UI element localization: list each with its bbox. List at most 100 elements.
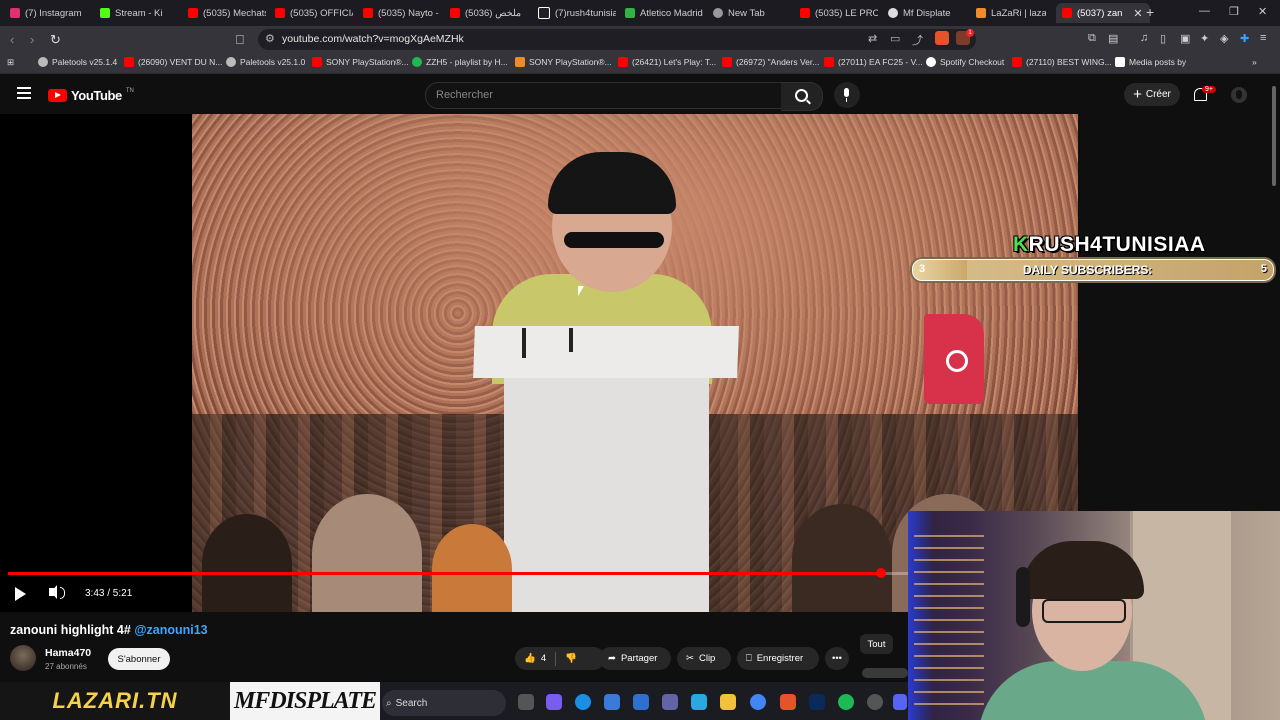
search-button[interactable] <box>781 82 823 111</box>
tab-atletico[interactable]: Atletico Madrid <box>625 3 703 23</box>
bookmark-item[interactable]: SONY PlayStation®... <box>515 57 612 67</box>
translate-icon[interactable]: ⇄ <box>868 32 877 45</box>
edge-icon[interactable] <box>575 694 591 710</box>
extensions-icon[interactable]: ⧉ <box>1088 32 1096 45</box>
channel-avatar[interactable] <box>10 645 36 671</box>
music-icon[interactable]: ♫ <box>1140 32 1148 44</box>
tab-youtube-1[interactable]: (5035) Mechats <box>188 3 266 23</box>
brave-shield-icon[interactable] <box>935 31 949 45</box>
chip-all[interactable]: Tout <box>860 634 893 654</box>
clip-button[interactable]: ✂ Clip <box>677 647 731 670</box>
bookmark-item[interactable]: (26972) "Anders Ver... <box>722 57 820 67</box>
mfdisplate-logo: MFDISPLATE <box>230 682 380 720</box>
photoshop-icon[interactable] <box>809 694 825 710</box>
share-button[interactable]: ➦ Partager <box>599 647 671 670</box>
store-icon[interactable] <box>604 694 620 710</box>
chrome-icon[interactable] <box>750 694 766 710</box>
address-bar[interactable]: ⚙ youtube.com/watch?v=mogXgAeMZHk ⇄ ▭ ⤴ <box>258 29 976 50</box>
search-box[interactable] <box>425 82 783 109</box>
bookmark-item[interactable]: Spotify Checkout <box>926 57 1006 67</box>
like-icon[interactable]: 👍 <box>524 653 536 664</box>
teams-icon[interactable] <box>662 694 678 710</box>
create-button[interactable]: + Créer <box>1124 83 1180 106</box>
site-info-icon[interactable]: ⚙ <box>265 32 275 45</box>
tab-instagram[interactable]: (7) Instagram <box>10 3 90 23</box>
outlook-icon[interactable] <box>633 694 649 710</box>
ai-icon[interactable]: ✦ <box>1200 32 1209 45</box>
tab-youtube-4[interactable]: (5036) ملخص <box>450 3 528 23</box>
subscriber-goal-label: DAILY SUBSCRIBERS: <box>1023 263 1153 277</box>
tab-youtube-5[interactable]: (5035) LE PROF <box>800 3 878 23</box>
forward-icon[interactable]: › <box>30 32 34 47</box>
panel-icon[interactable]: ▯ <box>1160 32 1166 45</box>
reload-icon[interactable]: ↻ <box>50 32 61 48</box>
window-close-icon[interactable]: ✕ <box>1258 5 1267 18</box>
tab-lazari[interactable]: LaZaRi | lazari.tn <box>976 3 1046 23</box>
subscribe-button[interactable]: S'abonner <box>108 648 170 670</box>
progress-scrubber[interactable] <box>876 568 886 578</box>
save-button[interactable]: ⎕ Enregistrer <box>737 647 819 670</box>
page-scrollbar[interactable] <box>1272 86 1276 186</box>
handle-link[interactable]: @zanouni13 <box>134 623 207 637</box>
bookmark-item[interactable]: ZZH5 - playlist by H... <box>412 57 508 67</box>
bookmark-item[interactable]: (27110) BEST WING... <box>1012 57 1112 67</box>
task-view-icon[interactable] <box>518 694 534 710</box>
new-tab-button[interactable]: + <box>1146 4 1154 20</box>
spotify-icon[interactable] <box>838 694 854 710</box>
bookmarks-overflow-icon[interactable]: » <box>1252 57 1257 67</box>
minimize-icon[interactable]: — <box>1199 5 1210 17</box>
bookmark-item[interactable]: Paletools v25.1.0 <box>226 57 308 67</box>
bookmark-item[interactable]: SONY PlayStation®... <box>312 57 409 67</box>
tab-stream[interactable]: Stream - Ki <box>100 3 178 23</box>
hamburger-menu-icon[interactable] <box>17 87 31 102</box>
youtube-icon <box>1062 8 1072 18</box>
logo-text: YouTube <box>71 88 122 103</box>
channel-name[interactable]: Hama470 <box>45 647 91 659</box>
app-icon[interactable] <box>691 694 707 710</box>
leo-icon[interactable]: ✚ <box>1240 32 1249 45</box>
taskbar-search[interactable]: ⌕ Search <box>382 690 506 716</box>
brave-icon[interactable] <box>780 694 796 710</box>
tab-youtube-3[interactable]: (5035) Nayto - <box>363 3 441 23</box>
sidebar-icon[interactable]: ▤ <box>1108 32 1118 45</box>
bookmark-item[interactable]: Media posts by <box>1115 57 1205 67</box>
play-icon[interactable] <box>15 587 26 601</box>
copilot-icon[interactable] <box>546 694 562 710</box>
screen-icon[interactable]: ▭ <box>890 32 900 45</box>
obs-icon[interactable] <box>867 694 883 710</box>
account-avatar[interactable] <box>1231 87 1247 103</box>
video-player[interactable] <box>0 114 1078 612</box>
lazari-icon <box>976 8 986 18</box>
share-icon[interactable]: ⤴ <box>912 32 923 48</box>
apps-icon[interactable]: ⊞ <box>7 57 14 68</box>
url-text: youtube.com/watch?v=mogXgAeMZHk <box>282 33 464 45</box>
podium-microphone <box>569 328 573 352</box>
bookmark-item[interactable]: (27011) EA FC25 - V... <box>824 57 923 67</box>
tab-active-youtube[interactable]: (5037) zan ✕ <box>1056 3 1150 23</box>
file-explorer-icon[interactable] <box>720 694 736 710</box>
bookmark-item[interactable]: (26090) VENT DU N... <box>124 57 222 67</box>
microphone-icon[interactable] <box>834 82 860 108</box>
tab-tiktok[interactable]: (7)rush4tunisia <box>538 3 616 23</box>
more-actions-button[interactable]: ••• <box>825 647 849 670</box>
tab-new-tab[interactable]: New Tab <box>713 3 791 23</box>
volume-icon[interactable] <box>49 585 65 599</box>
bookmark-item[interactable]: (26421) Let's Play: T... <box>618 57 716 67</box>
youtube-logo[interactable]: YouTube TN <box>48 88 134 103</box>
back-icon[interactable]: ‹ <box>10 32 14 47</box>
menu-icon[interactable]: ≡ <box>1260 32 1266 44</box>
bookmark-label: (26972) "Anders Ver... <box>736 57 820 67</box>
vpn-icon[interactable]: ◈ <box>1220 32 1228 45</box>
dislike-icon[interactable]: 👎 <box>565 653 577 664</box>
video-progress-bar[interactable] <box>8 568 908 578</box>
wallet-icon[interactable]: ▣ <box>1180 32 1190 45</box>
maximize-icon[interactable]: ❐ <box>1229 5 1239 18</box>
bookmark-icon[interactable]: ⎕ <box>236 32 244 48</box>
search-input[interactable] <box>434 88 758 102</box>
tab-mf-displate[interactable]: Mf Displate <box>888 3 966 23</box>
tab-youtube-2[interactable]: (5035) OFFICIAL <box>275 3 353 23</box>
close-icon[interactable]: ✕ <box>1133 7 1142 20</box>
bookmark-item[interactable]: Paletools v25.1.4 <box>38 57 120 67</box>
tab-label: (7) Instagram <box>25 7 82 19</box>
discord-icon[interactable] <box>893 694 907 710</box>
